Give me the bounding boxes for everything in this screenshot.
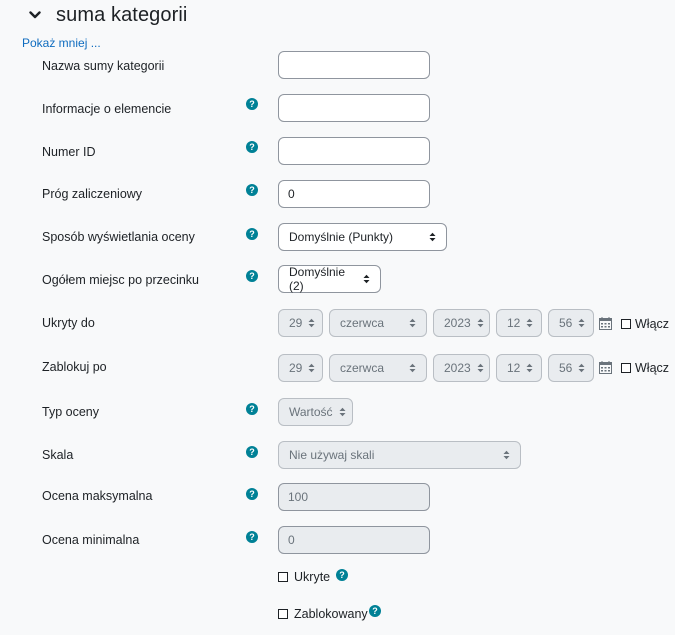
hidden-until-month-select[interactable]: czerwca: [329, 309, 427, 337]
show-less-link[interactable]: Pokaż mniej ...: [22, 36, 101, 50]
month-value: czerwca: [340, 361, 385, 375]
hidden-until-minute-select[interactable]: 56: [548, 309, 594, 337]
year-value: 2023: [444, 316, 471, 330]
select-caret-icon: [477, 363, 484, 373]
select-caret-icon: [503, 450, 510, 460]
locked-after-day-select[interactable]: 29: [278, 354, 323, 382]
locked-after-minute-select[interactable]: 56: [548, 354, 594, 382]
help-icon[interactable]: ?: [246, 184, 258, 196]
select-caret-icon: [308, 318, 315, 328]
label-decimal-points: Ogółem miejsc po przecinku: [42, 273, 200, 287]
select-caret-icon: [526, 318, 533, 328]
locked-label: Zablokowany: [294, 607, 368, 621]
enable-label: Włącz: [635, 317, 670, 331]
help-icon[interactable]: ?: [336, 569, 348, 581]
grade-max-input[interactable]: 100: [278, 483, 430, 511]
minute-value: 56: [559, 361, 573, 375]
label-item-info: Informacje o elemencie: [42, 102, 172, 116]
hour-value: 12: [507, 361, 521, 375]
grade-display-select[interactable]: Domyślnie (Punkty): [278, 223, 447, 251]
locked-after-enable[interactable]: Włącz: [621, 361, 669, 375]
label-grade-max: Ocena maksymalna: [42, 489, 153, 503]
select-caret-icon: [339, 407, 346, 417]
section-header[interactable]: suma kategorii: [28, 0, 187, 30]
label-id-number: Numer ID: [42, 145, 96, 159]
locked-checkbox[interactable]: [278, 609, 288, 619]
select-caret-icon: [409, 363, 416, 373]
help-icon[interactable]: ?: [246, 141, 258, 153]
help-icon[interactable]: ?: [246, 446, 258, 458]
grade-display-value: Domyślnie (Punkty): [289, 230, 394, 244]
locked-after-hour-select[interactable]: 12: [496, 354, 542, 382]
hidden-until-year-select[interactable]: 2023: [433, 309, 490, 337]
calendar-icon[interactable]: [599, 317, 612, 330]
label-locked-after: Zablokuj po: [42, 360, 107, 374]
hidden-until-enable[interactable]: Włącz: [621, 317, 669, 331]
label-scale: Skala: [42, 448, 74, 462]
help-icon[interactable]: ?: [246, 531, 258, 543]
help-icon[interactable]: ?: [369, 605, 381, 617]
locked-after-year-select[interactable]: 2023: [433, 354, 490, 382]
checkbox[interactable]: [621, 319, 631, 329]
decimal-points-select[interactable]: Domyślnie (2): [278, 265, 381, 293]
locked-checkbox-row[interactable]: Zablokowany: [278, 607, 368, 621]
enable-label: Włącz: [635, 361, 670, 375]
grade-type-select[interactable]: Wartość: [278, 398, 353, 426]
minute-value: 56: [559, 316, 573, 330]
category-total-name-input[interactable]: [278, 51, 430, 79]
id-number-input[interactable]: [278, 137, 430, 165]
label-grade-min: Ocena minimalna: [42, 533, 140, 547]
day-value: 29: [289, 361, 303, 375]
locked-after-month-select[interactable]: czerwca: [329, 354, 427, 382]
select-caret-icon: [409, 318, 416, 328]
select-caret-icon: [429, 232, 436, 242]
hidden-until-hour-select[interactable]: 12: [496, 309, 542, 337]
label-hidden-until: Ukryty do: [42, 316, 95, 330]
label-grade-display: Sposób wyświetlania oceny: [42, 230, 195, 244]
year-value: 2023: [444, 361, 471, 375]
grade-pass-input[interactable]: 0: [278, 180, 430, 208]
help-icon[interactable]: ?: [246, 98, 258, 110]
scale-select[interactable]: Nie używaj skali: [278, 441, 521, 469]
month-value: czerwca: [340, 316, 385, 330]
label-grade-type: Typ oceny: [42, 405, 99, 419]
grade-type-value: Wartość: [289, 405, 333, 419]
help-icon[interactable]: ?: [246, 228, 258, 240]
select-caret-icon: [578, 318, 585, 328]
label-category-total-name: Nazwa sumy kategorii: [42, 59, 165, 73]
scale-value: Nie używaj skali: [289, 448, 375, 462]
hidden-label: Ukryte: [294, 570, 331, 584]
hidden-until-day-select[interactable]: 29: [278, 309, 323, 337]
hidden-checkbox-row[interactable]: Ukryte: [278, 570, 330, 584]
hidden-checkbox[interactable]: [278, 572, 288, 582]
select-caret-icon: [308, 363, 315, 373]
section-title: suma kategorii: [56, 3, 188, 26]
item-info-input[interactable]: [278, 94, 430, 122]
help-icon[interactable]: ?: [246, 270, 258, 282]
select-caret-icon: [477, 318, 484, 328]
select-caret-icon: [526, 363, 533, 373]
help-icon[interactable]: ?: [246, 488, 258, 500]
help-icon[interactable]: ?: [246, 403, 258, 415]
decimal-points-value: Domyślnie (2): [289, 265, 346, 293]
label-grade-pass: Próg zaliczeniowy: [42, 187, 143, 201]
hour-value: 12: [507, 316, 521, 330]
grade-min-input[interactable]: 0: [278, 526, 430, 554]
select-caret-icon: [578, 363, 585, 373]
checkbox[interactable]: [621, 363, 631, 373]
chevron-down-icon[interactable]: [28, 8, 42, 22]
day-value: 29: [289, 316, 303, 330]
select-caret-icon: [363, 274, 370, 284]
calendar-icon[interactable]: [599, 361, 612, 374]
